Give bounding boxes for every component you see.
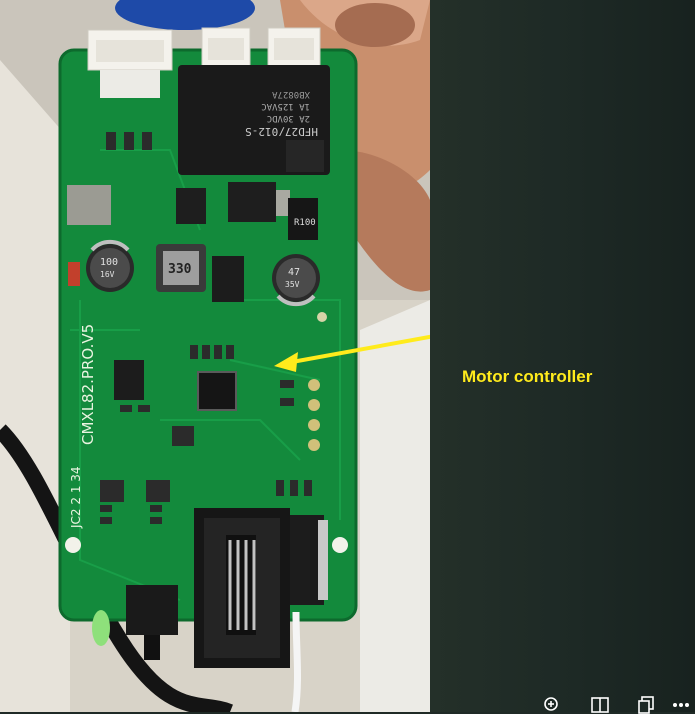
cap-right-value: 47: [288, 267, 300, 278]
crystal: [172, 426, 194, 446]
blurred-panel: [430, 0, 695, 712]
capacitor-left: 100 16V: [86, 239, 134, 292]
relay-rating-2: 1A 125VAC: [261, 101, 310, 111]
more-icon[interactable]: [670, 696, 692, 714]
connector-middle: [201, 27, 251, 71]
zoom-in-icon[interactable]: [541, 696, 563, 714]
cap-right-voltage: 35V: [285, 280, 300, 289]
mounting-hole: [332, 537, 348, 553]
white-wire: [291, 611, 302, 712]
silver-pad: [67, 185, 111, 225]
connector-left: [87, 29, 173, 98]
cap-left-voltage: 16V: [100, 270, 115, 279]
relay-model-text: HFD27/012-S: [245, 125, 318, 138]
mcu-chip: [197, 371, 237, 411]
cap-left-value: 100: [100, 257, 118, 268]
resistor-marking: R100: [294, 218, 316, 228]
opamp-ic: [114, 360, 144, 400]
mosfet: [228, 182, 276, 222]
mounting-hole: [65, 537, 81, 553]
annotation-label: Motor controller: [462, 367, 593, 386]
board-silkscreen: CMXL82.PRO.V5: [79, 324, 97, 445]
inductor-marking: 330: [168, 262, 192, 277]
diode: [68, 262, 80, 286]
reader-icon[interactable]: [589, 696, 611, 714]
copy-icon[interactable]: [635, 696, 657, 714]
connector-right: [267, 27, 321, 71]
green-led: [92, 610, 110, 646]
regulator-ic: [212, 256, 244, 302]
via-pad: [317, 312, 327, 322]
capacitor-right: 47 35V: [272, 254, 320, 307]
relay-rating-1: 2A 30VDC: [267, 113, 310, 123]
relay-code: XB0827A: [271, 89, 310, 99]
push-button: [126, 585, 178, 635]
board-silkscreen-left: JC2 2 1 34: [69, 466, 83, 529]
rj-connector: [194, 508, 290, 668]
transistor: [176, 188, 206, 224]
